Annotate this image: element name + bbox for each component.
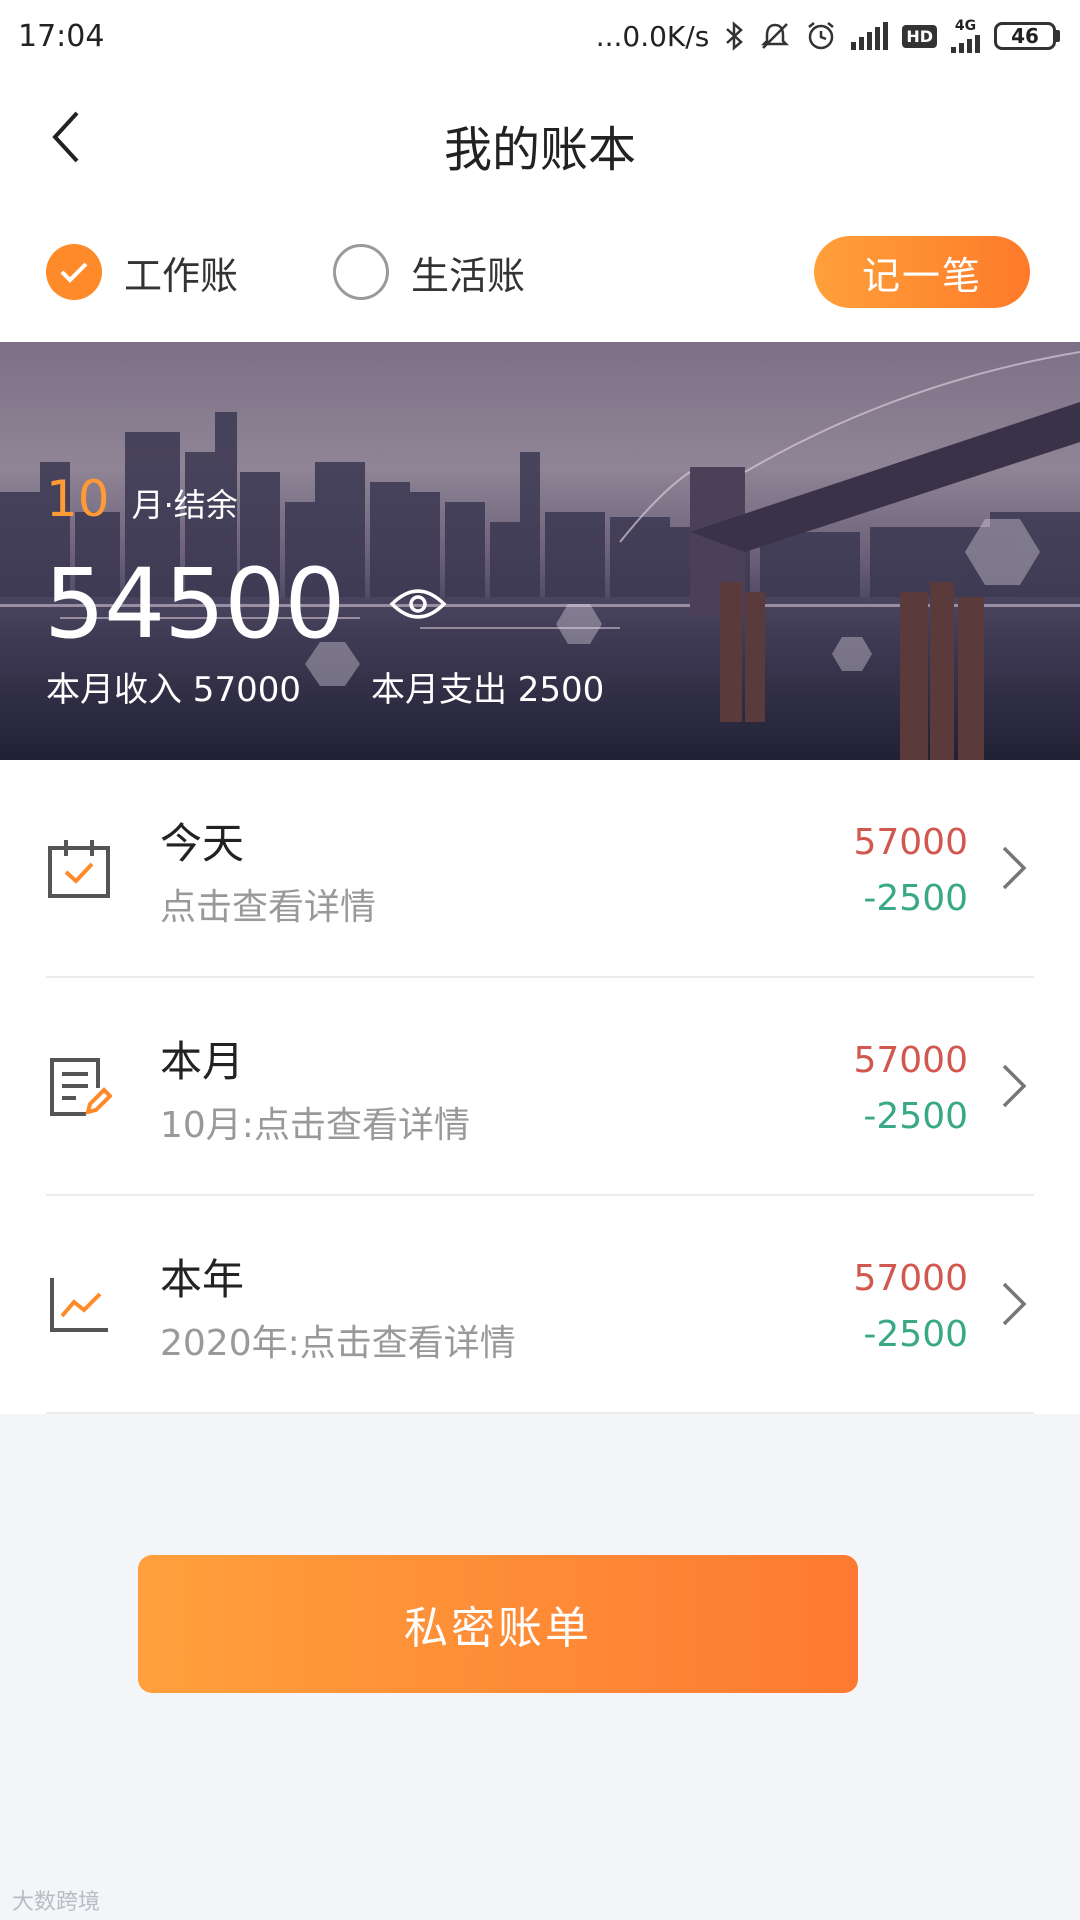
life-book-option[interactable]: 生活账 xyxy=(333,242,525,302)
item-expense: -2500 xyxy=(863,1096,968,1137)
month-balance-label: 月·结余 xyxy=(131,486,238,524)
work-book-option[interactable]: 工作账 xyxy=(46,242,238,302)
eye-icon xyxy=(389,589,447,619)
item-income: 57000 xyxy=(853,1258,968,1299)
battery-icon: 46 xyxy=(994,22,1060,50)
status-time: 17:04 xyxy=(18,18,105,54)
item-expense: -2500 xyxy=(863,1314,968,1355)
item-subtitle: 10月:点击查看详情 xyxy=(160,1105,470,1146)
signal-icon xyxy=(851,22,889,50)
line-chart-icon xyxy=(50,1278,108,1332)
item-expense: -2500 xyxy=(863,878,968,919)
item-subtitle: 点击查看详情 xyxy=(160,887,377,928)
month-number: 10 xyxy=(46,470,110,528)
calendar-check-icon xyxy=(48,840,110,898)
mute-icon xyxy=(761,23,790,49)
month-income: 本月收入 57000 xyxy=(46,670,301,710)
signal-4g-icon: 4G xyxy=(951,19,980,53)
banner-month-row: 10 月·结余 xyxy=(46,470,238,528)
private-bills-button[interactable]: 私密账单 xyxy=(138,1555,858,1693)
item-title: 今天 xyxy=(160,819,245,868)
month-expense: 本月支出 2500 xyxy=(370,670,605,710)
chevron-right-icon xyxy=(1002,1064,1027,1108)
balance-row: 54500 xyxy=(44,548,448,660)
status-bar: 17:04 ...0.0K/s HD 4G 46 xyxy=(0,0,1080,72)
balance-value: 54500 xyxy=(44,548,345,660)
book-selector: 工作账 生活账 记一笔 xyxy=(0,202,1080,342)
life-book-label: 生活账 xyxy=(411,253,526,298)
balance-banner: 10 月·结余 54500 本月收入 57000 本月支出 2500 xyxy=(0,342,1080,760)
radio-checked-icon xyxy=(46,244,102,300)
list-item-today[interactable]: 今天 点击查看详情 57000 -2500 xyxy=(0,760,1080,978)
list-item-year[interactable]: 本年 2020年:点击查看详情 57000 -2500 xyxy=(0,1196,1080,1414)
watermark: 大数跨境 xyxy=(12,1890,101,1915)
page-title: 我的账本 xyxy=(443,122,636,178)
summary-list: 今天 点击查看详情 57000 -2500 本月 10月:点击查看详情 5700… xyxy=(0,760,1080,1414)
note-edit-icon xyxy=(50,1058,112,1116)
chevron-right-icon xyxy=(1002,846,1027,890)
divider xyxy=(46,1412,1034,1414)
alarm-icon xyxy=(808,22,835,50)
bluetooth-icon xyxy=(726,21,744,51)
network-type: 4G xyxy=(954,18,977,34)
item-subtitle: 2020年:点击查看详情 xyxy=(160,1323,516,1364)
battery-level: 46 xyxy=(994,22,1056,50)
chevron-right-icon xyxy=(1002,1282,1027,1326)
record-button[interactable]: 记一笔 xyxy=(814,236,1030,308)
list-item-month[interactable]: 本月 10月:点击查看详情 57000 -2500 xyxy=(0,978,1080,1196)
radio-unchecked-icon xyxy=(333,244,389,300)
toggle-visibility-button[interactable] xyxy=(388,574,448,634)
item-title: 本月 xyxy=(160,1037,245,1086)
item-title: 本年 xyxy=(160,1255,245,1304)
work-book-label: 工作账 xyxy=(124,253,239,298)
banner-stats: 本月收入 57000 本月支出 2500 xyxy=(46,662,604,711)
nav-header: 我的账本 xyxy=(0,72,1080,202)
status-icons: ...0.0K/s HD 4G 46 xyxy=(596,19,1060,53)
network-speed: ...0.0K/s xyxy=(595,19,710,53)
item-income: 57000 xyxy=(853,822,968,863)
hd-icon: HD xyxy=(902,24,937,48)
item-income: 57000 xyxy=(853,1040,968,1081)
